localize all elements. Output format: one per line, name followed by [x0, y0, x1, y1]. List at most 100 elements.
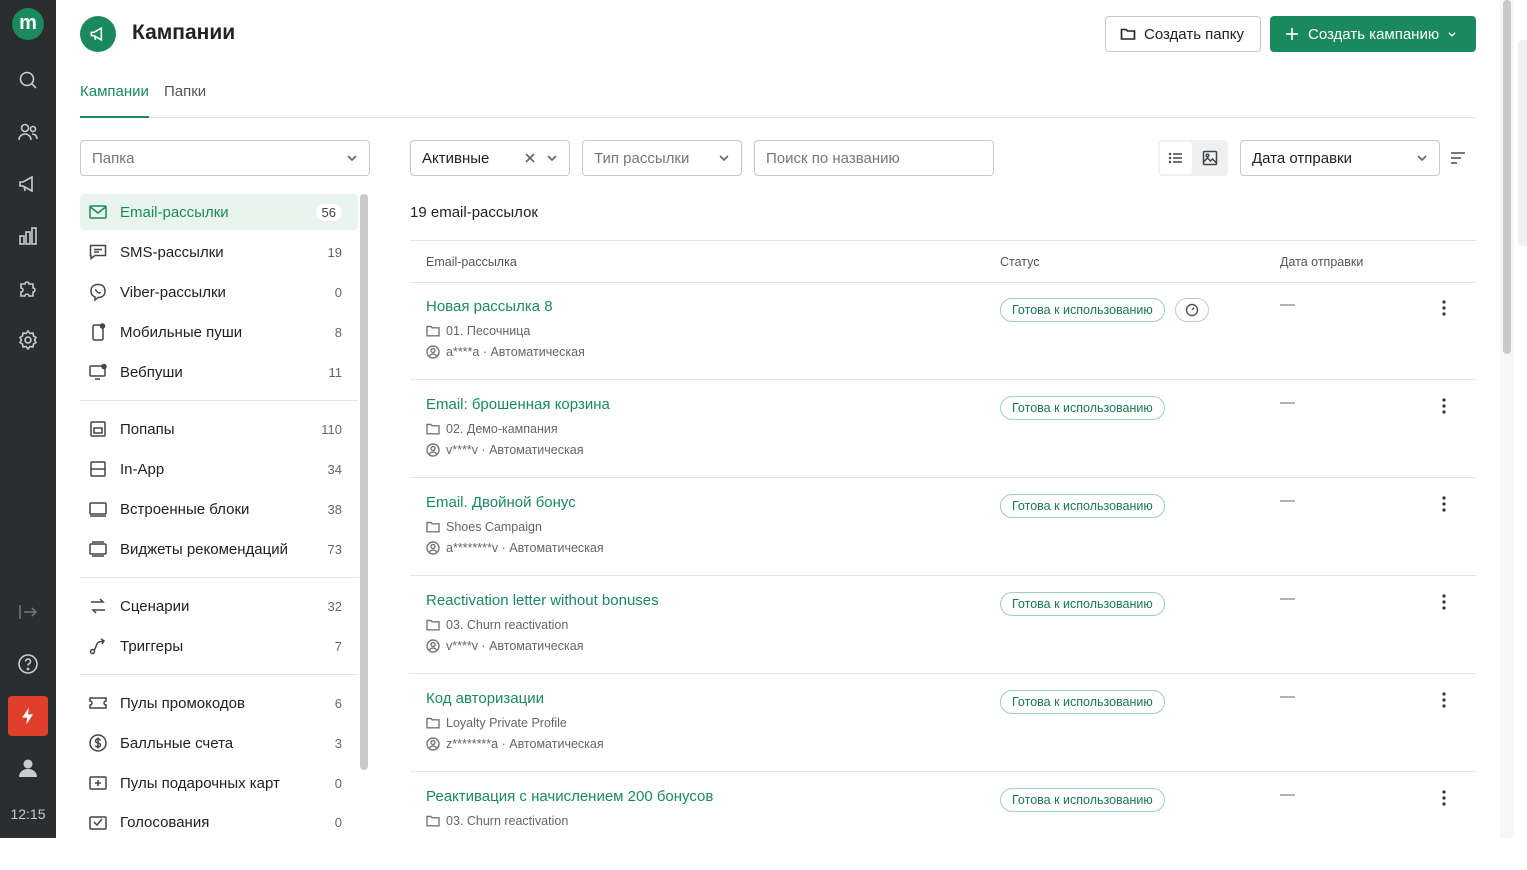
nav-item-count: 3 — [334, 735, 342, 751]
embedded-block-icon — [88, 499, 108, 519]
nav-item-viber[interactable]: Viber-рассылки 0 — [80, 274, 358, 310]
users-icon[interactable] — [16, 120, 40, 144]
left-rail: m 12:15 — [0, 0, 56, 838]
nav-item-label: Вебпуши — [120, 363, 183, 381]
nav-item-recommendation-widgets[interactable]: Виджеты рекомендаций 73 — [80, 531, 358, 567]
tab-folders[interactable]: Папки — [164, 84, 206, 118]
folder-select-placeholder: Папка — [92, 149, 135, 167]
megaphone-icon[interactable] — [16, 172, 40, 196]
puzzle-icon[interactable] — [16, 276, 40, 300]
trigger-icon — [88, 636, 108, 656]
gift-card-icon — [88, 773, 108, 793]
campaign-folder-label: 02. Демо-кампания — [446, 422, 558, 436]
results-count: 19 email-рассылок — [410, 204, 538, 221]
list-view-button[interactable] — [1160, 142, 1192, 174]
nav-item-embedded-blocks[interactable]: Встроенные блоки 38 — [80, 491, 358, 527]
nav-item-count: 32 — [327, 598, 342, 614]
folder-select[interactable]: Папка — [80, 140, 370, 176]
user-circle-icon — [426, 443, 440, 457]
collapse-icon[interactable] — [16, 600, 40, 624]
nav-scrollbar[interactable] — [360, 194, 368, 770]
folder-icon — [426, 815, 440, 827]
nav-item-count: 56 — [315, 203, 342, 221]
page-title: Кампании — [132, 21, 236, 44]
status-badge: Готова к использованию — [1000, 396, 1165, 420]
campaign-author-label: v****v · Автоматическая — [446, 443, 584, 457]
campaign-name-link[interactable]: Email: брошенная корзина — [426, 396, 610, 413]
campaign-author: a****a · Автоматическая — [426, 345, 585, 359]
list-icon — [1168, 152, 1182, 164]
sort-select[interactable]: Дата отправки — [1240, 140, 1440, 176]
more-options-icon[interactable] — [1436, 494, 1452, 514]
app-logo[interactable]: m — [12, 8, 44, 40]
page-scrollbar[interactable] — [1503, 0, 1511, 354]
create-campaign-button[interactable]: Создать кампанию — [1270, 16, 1476, 52]
nav-divider — [80, 577, 358, 578]
nav-item-in-app[interactable]: In-App 34 — [80, 451, 358, 487]
preview-view-button[interactable] — [1194, 142, 1226, 174]
vote-icon — [88, 812, 108, 832]
nav-item-votes[interactable]: Голосования 0 — [80, 805, 358, 839]
more-options-icon[interactable] — [1436, 690, 1452, 710]
chat-icon — [88, 242, 108, 262]
nav-item-label: In-App — [120, 460, 165, 478]
nav-item-count: 11 — [328, 364, 343, 380]
campaigns-megaphone-icon — [80, 16, 116, 52]
more-options-icon[interactable] — [1436, 592, 1452, 612]
nav-item-label: Виджеты рекомендаций — [120, 540, 288, 558]
nav-item-mobile-push[interactable]: Мобильные пуши 8 — [80, 314, 358, 350]
status-badge: Готова к использованию — [1000, 592, 1165, 616]
status-badge: Готова к использованию — [1000, 298, 1165, 322]
campaign-name-link[interactable]: Reactivation letter without bonuses — [426, 592, 659, 609]
nav-divider — [80, 400, 358, 401]
nav-item-count: 0 — [334, 775, 342, 791]
help-icon[interactable] — [16, 652, 40, 676]
nav-item-label: Пулы промокодов — [120, 694, 245, 712]
nav-item-web-push[interactable]: Вебпуши 11 — [80, 354, 358, 390]
mailing-type-placeholder: Тип рассылки — [594, 149, 690, 167]
search-icon[interactable] — [16, 68, 40, 92]
profile-icon[interactable] — [16, 756, 40, 780]
campaign-name-link[interactable]: Код авторизации — [426, 690, 544, 707]
search-input[interactable] — [766, 149, 982, 167]
speed-gauge-button[interactable] — [1175, 298, 1209, 322]
create-campaign-label: Создать кампанию — [1308, 25, 1440, 43]
chevron-down-icon — [347, 155, 357, 162]
campaign-name-link[interactable]: Email. Двойной бонус — [426, 494, 576, 511]
nav-item-count: 6 — [334, 695, 342, 711]
send-date: — — [1280, 590, 1295, 607]
campaign-folder: 01. Песочница — [426, 324, 530, 338]
nav-item-sms[interactable]: SMS-рассылки 19 — [80, 234, 358, 270]
status-filter-select[interactable]: Активные — [410, 140, 570, 176]
campaign-name-link[interactable]: Новая рассылка 8 — [426, 298, 553, 315]
lightning-button[interactable] — [8, 696, 48, 736]
more-options-icon[interactable] — [1436, 788, 1452, 808]
nav-item-label: Попапы — [120, 420, 175, 438]
nav-item-scenarios[interactable]: Сценарии 32 — [80, 588, 358, 624]
create-folder-button[interactable]: Создать папку — [1105, 16, 1261, 52]
campaign-name-link[interactable]: Реактивация с начислением 200 бонусов — [426, 788, 713, 805]
nav-item-point-accounts[interactable]: Балльные счета 3 — [80, 725, 358, 761]
status-badge: Готова к использованию — [1000, 494, 1165, 518]
analytics-icon[interactable] — [16, 224, 40, 248]
more-options-icon[interactable] — [1436, 396, 1452, 416]
side-panel-edge[interactable] — [1518, 40, 1527, 246]
nav-item-count: 8 — [334, 324, 342, 340]
more-options-icon[interactable] — [1436, 298, 1452, 318]
nav-item-promo-pools[interactable]: Пулы промокодов 6 — [80, 685, 358, 721]
tab-campaigns[interactable]: Кампании — [80, 84, 149, 118]
clear-icon[interactable] — [524, 152, 536, 164]
campaign-folder: 03. Churn reactivation — [426, 814, 568, 828]
nav-item-popups[interactable]: Попапы 110 — [80, 411, 358, 447]
sort-order-icon[interactable] — [1449, 150, 1467, 166]
table-row: Reactivation letter without bonuses 03. … — [410, 576, 1476, 674]
campaign-author: z********a · Автоматическая — [426, 737, 604, 751]
settings-icon[interactable] — [16, 328, 40, 352]
mobile-push-icon — [88, 322, 108, 342]
nav-item-label: Встроенные блоки — [120, 500, 250, 518]
nav-item-email[interactable]: Email-рассылки 56 — [80, 194, 358, 230]
nav-item-gift-card-pools[interactable]: Пулы подарочных карт 0 — [80, 765, 358, 801]
nav-item-triggers[interactable]: Триггеры 7 — [80, 628, 358, 664]
mailing-type-select[interactable]: Тип рассылки — [582, 140, 742, 176]
chevron-down-icon — [1417, 155, 1427, 162]
